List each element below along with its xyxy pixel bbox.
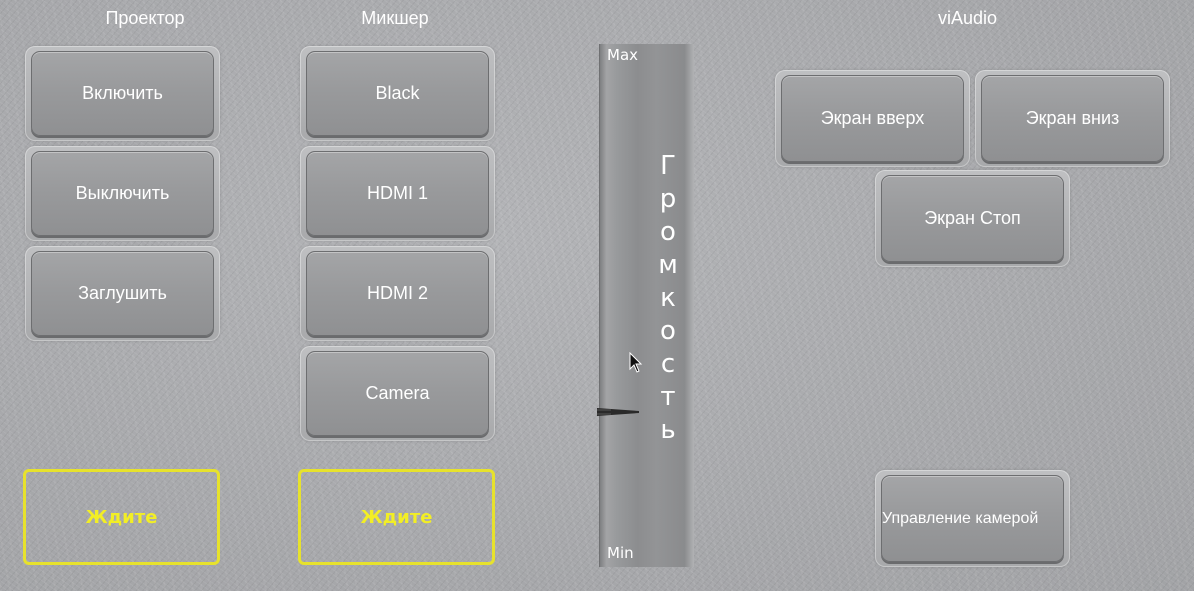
volume-title-letter: т [660,382,676,412]
mixer-hdmi2-label: HDMI 2 [306,251,489,336]
screen-stop-button[interactable]: Экран Стоп [875,170,1070,267]
mixer-black-label: Black [306,51,489,136]
projector-off-button[interactable]: Выключить [25,146,220,241]
mixer-camera-button[interactable]: Camera [300,346,495,441]
volume-title: Громкость [652,150,684,447]
screen-up-button[interactable]: Экран вверх [775,70,970,167]
projector-on-button[interactable]: Включить [25,46,220,141]
camera-control-label: Управление камерой [881,475,1064,562]
camera-control-button[interactable]: Управление камерой [875,470,1070,567]
mixer-black-button[interactable]: Black [300,46,495,141]
projector-mute-label: Заглушить [31,251,214,336]
projector-on-label: Включить [31,51,214,136]
volume-title-letter: м [658,250,678,280]
screen-down-label: Экран вниз [981,75,1164,162]
mixer-camera-label: Camera [306,351,489,436]
volume-title-letter: с [660,349,676,379]
projector-status-indicator: Ждите [23,469,220,565]
volume-title-letter: ь [660,415,676,445]
volume-max-label: Max [607,46,639,64]
viaudio-heading: viAudio [937,8,998,28]
volume-slider[interactable]: Max Громкость Min [597,44,694,567]
mixer-hdmi1-label: HDMI 1 [306,151,489,236]
mixer-hdmi1-button[interactable]: HDMI 1 [300,146,495,241]
volume-title-letter: р [659,184,677,214]
volume-min-label: Min [607,544,634,562]
mixer-status-indicator: Ждите [298,469,495,565]
mouse-cursor-icon [629,352,643,373]
screen-stop-label: Экран Стоп [881,175,1064,262]
projector-heading: Проектор [105,8,185,28]
volume-title-letter: Г [660,151,676,181]
mixer-hdmi2-button[interactable]: HDMI 2 [300,246,495,341]
projector-mute-button[interactable]: Заглушить [25,246,220,341]
volume-title-letter: о [660,316,676,346]
projector-off-label: Выключить [31,151,214,236]
screen-down-button[interactable]: Экран вниз [975,70,1170,167]
volume-slider-thumb[interactable] [597,402,643,422]
screen-up-label: Экран вверх [781,75,964,162]
volume-title-letter: к [660,283,676,313]
volume-title-letter: о [660,217,676,247]
mixer-heading: Микшер [361,8,429,28]
